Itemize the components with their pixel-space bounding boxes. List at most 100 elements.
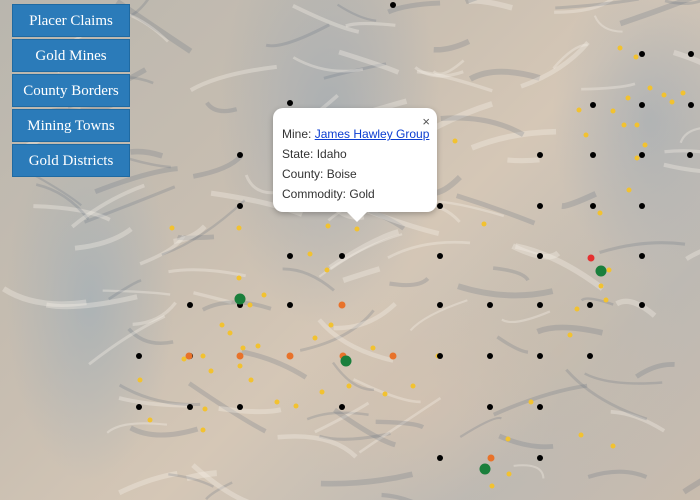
gold-mine-marker[interactable]	[255, 343, 261, 349]
placer-claim-marker[interactable]	[537, 253, 543, 259]
gold-mine-marker[interactable]	[669, 99, 675, 105]
placer-claim-marker[interactable]	[487, 353, 493, 359]
county-borders-button[interactable]: County Borders	[12, 74, 130, 107]
gold-mine-marker[interactable]	[274, 399, 280, 405]
placer-claim-marker[interactable]	[437, 253, 443, 259]
gold-mine-marker[interactable]	[642, 142, 648, 148]
placer-claim-marker[interactable]	[339, 253, 345, 259]
placer-claim-marker[interactable]	[590, 203, 596, 209]
placer-claim-marker[interactable]	[537, 404, 543, 410]
placer-claim-marker[interactable]	[487, 302, 493, 308]
gold-mine-marker[interactable]	[528, 399, 534, 405]
placer-claim-marker[interactable]	[287, 302, 293, 308]
gold-mine-marker[interactable]	[621, 122, 627, 128]
green-marker[interactable]	[340, 355, 352, 367]
placer-claim-marker[interactable]	[136, 404, 142, 410]
placer-claim-marker[interactable]	[639, 253, 645, 259]
orange-marker[interactable]	[185, 352, 193, 360]
gold-mine-marker[interactable]	[237, 363, 243, 369]
placer-claim-marker[interactable]	[639, 152, 645, 158]
placer-claim-marker[interactable]	[237, 203, 243, 209]
placer-claim-marker[interactable]	[639, 302, 645, 308]
gold-mine-marker[interactable]	[603, 297, 609, 303]
gold-mine-marker[interactable]	[647, 85, 653, 91]
gold-mine-marker[interactable]	[328, 322, 334, 328]
close-icon[interactable]: ×	[422, 114, 430, 129]
gold-mine-marker[interactable]	[346, 383, 352, 389]
orange-marker[interactable]	[389, 352, 397, 360]
gold-mine-marker[interactable]	[208, 368, 214, 374]
gold-mine-marker[interactable]	[382, 391, 388, 397]
placer-claim-marker[interactable]	[437, 353, 443, 359]
placer-claim-marker[interactable]	[237, 404, 243, 410]
gold-mine-marker[interactable]	[583, 132, 589, 138]
gold-mine-marker[interactable]	[410, 383, 416, 389]
placer-claim-marker[interactable]	[537, 152, 543, 158]
orange-marker[interactable]	[236, 352, 244, 360]
gold-mine-marker[interactable]	[227, 330, 233, 336]
gold-mine-marker[interactable]	[489, 483, 495, 489]
red-marker[interactable]	[587, 254, 595, 262]
placer-claim-marker[interactable]	[639, 51, 645, 57]
gold-mine-marker[interactable]	[169, 225, 175, 231]
green-marker[interactable]	[234, 293, 246, 305]
placer-claims-button[interactable]: Placer Claims	[12, 4, 130, 37]
gold-mines-button[interactable]: Gold Mines	[12, 39, 130, 72]
mine-name-link[interactable]: James Hawley Group	[315, 127, 430, 141]
gold-mine-marker[interactable]	[325, 223, 331, 229]
placer-claim-marker[interactable]	[639, 203, 645, 209]
gold-mine-marker[interactable]	[307, 251, 313, 257]
gold-mine-marker[interactable]	[610, 108, 616, 114]
placer-claim-marker[interactable]	[437, 302, 443, 308]
placer-claim-marker[interactable]	[587, 302, 593, 308]
gold-mine-marker[interactable]	[578, 432, 584, 438]
gold-mine-marker[interactable]	[324, 267, 330, 273]
gold-mine-marker[interactable]	[147, 417, 153, 423]
gold-mine-marker[interactable]	[481, 221, 487, 227]
gold-mine-marker[interactable]	[680, 90, 686, 96]
placer-claim-marker[interactable]	[537, 203, 543, 209]
gold-mine-marker[interactable]	[247, 302, 253, 308]
placer-claim-marker[interactable]	[187, 302, 193, 308]
placer-claim-marker[interactable]	[590, 102, 596, 108]
placer-claim-marker[interactable]	[287, 253, 293, 259]
gold-mine-marker[interactable]	[261, 292, 267, 298]
green-marker[interactable]	[595, 265, 607, 277]
gold-mine-marker[interactable]	[606, 267, 612, 273]
mining-towns-button[interactable]: Mining Towns	[12, 109, 130, 142]
gold-mine-marker[interactable]	[354, 226, 360, 232]
placer-claim-marker[interactable]	[339, 404, 345, 410]
placer-claim-marker[interactable]	[639, 102, 645, 108]
orange-marker[interactable]	[286, 352, 294, 360]
placer-claim-marker[interactable]	[237, 152, 243, 158]
gold-mine-marker[interactable]	[200, 353, 206, 359]
placer-claim-marker[interactable]	[187, 404, 193, 410]
placer-claim-marker[interactable]	[590, 152, 596, 158]
gold-mine-marker[interactable]	[240, 345, 246, 351]
placer-claim-marker[interactable]	[437, 203, 443, 209]
orange-marker[interactable]	[487, 454, 495, 462]
gold-mine-marker[interactable]	[610, 443, 616, 449]
placer-claim-marker[interactable]	[587, 353, 593, 359]
placer-claim-marker[interactable]	[437, 455, 443, 461]
placer-claim-marker[interactable]	[688, 102, 694, 108]
gold-mine-marker[interactable]	[633, 54, 639, 60]
gold-mine-marker[interactable]	[319, 389, 325, 395]
green-marker[interactable]	[479, 463, 491, 475]
gold-mine-marker[interactable]	[293, 403, 299, 409]
gold-mine-marker[interactable]	[236, 275, 242, 281]
gold-mine-marker[interactable]	[312, 335, 318, 341]
gold-mine-marker[interactable]	[506, 471, 512, 477]
gold-mine-marker[interactable]	[200, 427, 206, 433]
gold-mine-marker[interactable]	[597, 210, 603, 216]
placer-claim-marker[interactable]	[537, 455, 543, 461]
gold-mine-marker[interactable]	[248, 377, 254, 383]
gold-mine-marker[interactable]	[617, 45, 623, 51]
gold-mine-marker[interactable]	[505, 436, 511, 442]
placer-claim-marker[interactable]	[487, 404, 493, 410]
gold-mine-marker[interactable]	[137, 377, 143, 383]
placer-claim-marker[interactable]	[688, 51, 694, 57]
gold-mine-marker[interactable]	[219, 322, 225, 328]
placer-claim-marker[interactable]	[537, 353, 543, 359]
gold-mine-marker[interactable]	[370, 345, 376, 351]
